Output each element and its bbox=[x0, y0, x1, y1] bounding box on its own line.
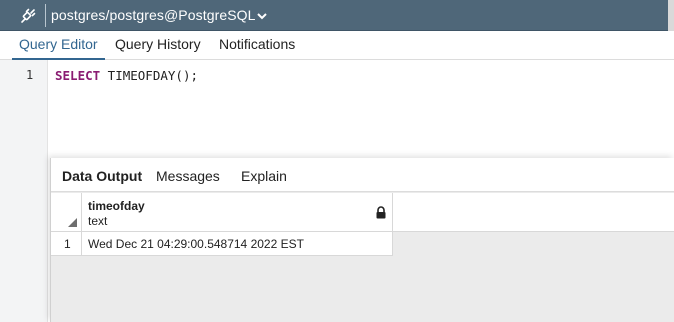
tab-query-editor[interactable]: Query Editor bbox=[12, 35, 105, 60]
code-line[interactable]: SELECT TIMEOFDAY(); bbox=[55, 68, 198, 83]
sql-editor[interactable]: 1 SELECT TIMEOFDAY(); bbox=[0, 60, 674, 322]
separator bbox=[45, 4, 46, 27]
sql-keyword: SELECT bbox=[55, 68, 101, 83]
editor-tabs: Query Editor Query History Notifications bbox=[0, 31, 674, 60]
column-type: text bbox=[88, 214, 108, 228]
lock-icon bbox=[376, 206, 386, 219]
results-tabs: Data Output Messages Explain bbox=[51, 158, 674, 192]
results-panel: Data Output Messages Explain timeofday t… bbox=[50, 158, 674, 322]
plug-icon[interactable] bbox=[12, 3, 44, 29]
tab-notifications[interactable]: Notifications bbox=[219, 35, 295, 58]
scroll-edge bbox=[668, 0, 674, 31]
column-header[interactable]: timeofday text bbox=[82, 193, 393, 232]
line-number: 1 bbox=[26, 68, 34, 82]
table-cell[interactable]: Wed Dec 21 04:29:00.548714 2022 EST bbox=[82, 232, 393, 256]
tab-data-output[interactable]: Data Output bbox=[62, 168, 142, 185]
connection-bar: postgres/postgres@PostgreSQL bbox=[0, 0, 674, 31]
connection-label[interactable]: postgres/postgres@PostgreSQL bbox=[51, 7, 256, 24]
select-all-corner[interactable] bbox=[51, 193, 82, 232]
tab-query-history[interactable]: Query History bbox=[115, 35, 201, 58]
tab-explain[interactable]: Explain bbox=[241, 168, 287, 185]
sql-text: TIMEOFDAY(); bbox=[100, 68, 198, 83]
line-gutter: 1 bbox=[0, 60, 48, 322]
chevron-down-icon[interactable] bbox=[256, 10, 268, 22]
tab-messages[interactable]: Messages bbox=[156, 168, 220, 185]
column-name: timeofday bbox=[88, 199, 145, 213]
corner-triangle-icon bbox=[68, 218, 77, 227]
row-number[interactable]: 1 bbox=[51, 232, 82, 256]
